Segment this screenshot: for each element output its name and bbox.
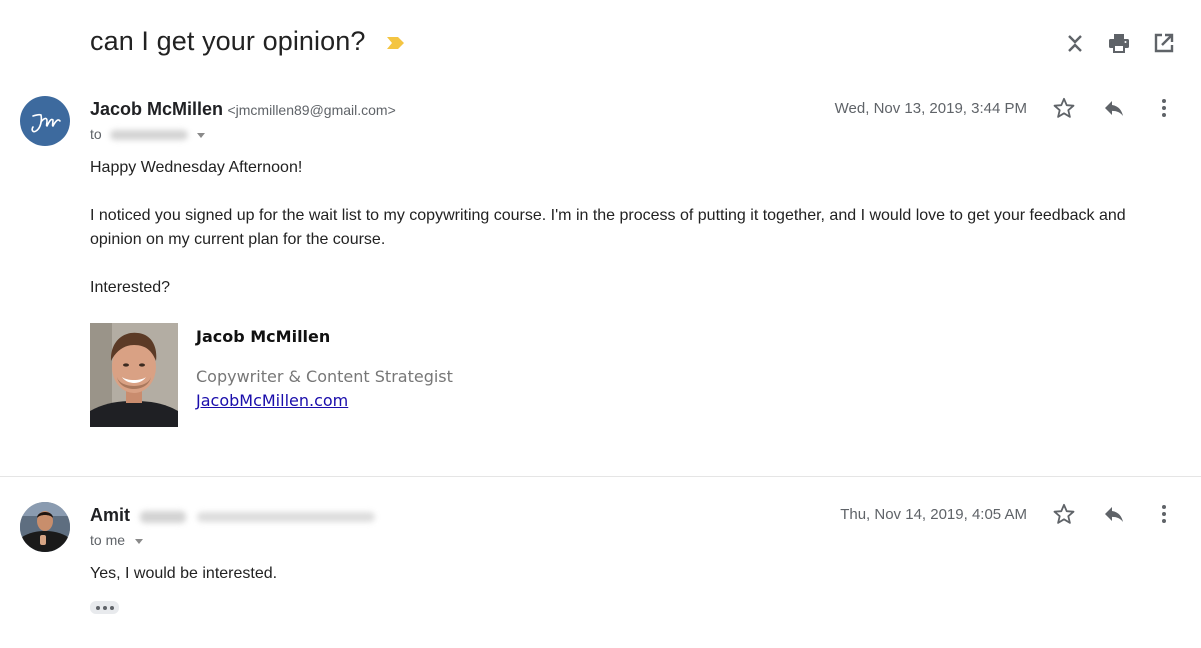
collapse-all-icon[interactable] — [1064, 32, 1086, 54]
important-marker-icon[interactable] — [385, 36, 405, 50]
redacted-surname — [140, 510, 187, 523]
message-divider — [0, 476, 1201, 477]
reply-icon[interactable] — [1102, 96, 1126, 120]
redacted-recipient — [109, 130, 188, 141]
signature-website-link[interactable]: JacobMcMillen.com — [196, 391, 348, 410]
star-icon[interactable] — [1052, 502, 1076, 526]
open-in-new-window-icon[interactable] — [1153, 32, 1175, 54]
dot-icon — [95, 605, 100, 610]
thread-subject: can I get your opinion? — [90, 26, 366, 56]
star-icon[interactable] — [1052, 96, 1076, 120]
signature-name: Jacob McMillen — [196, 327, 331, 346]
dot-icon — [102, 605, 107, 610]
sender-name[interactable]: Jacob McMillen — [90, 99, 223, 119]
to-label: to — [90, 126, 102, 142]
recipient-line[interactable]: to — [90, 126, 206, 142]
message-body: Yes, I would be interested. — [90, 565, 278, 582]
jm-logo-icon — [31, 113, 61, 133]
message-paragraph: I noticed you signed up for the wait lis… — [90, 207, 1126, 248]
more-options-icon[interactable] — [1152, 96, 1176, 120]
recipient-line[interactable]: to me — [90, 532, 143, 548]
chevron-down-icon[interactable] — [197, 132, 206, 138]
print-icon[interactable] — [1108, 32, 1130, 54]
signature-photo — [90, 323, 178, 427]
message-greeting: Happy Wednesday Afternoon! — [90, 159, 303, 176]
dot-icon — [109, 605, 114, 610]
sender-avatar[interactable] — [20, 96, 70, 146]
message-paragraph: Interested? — [90, 279, 171, 296]
to-label: to me — [90, 532, 126, 548]
message-date: Thu, Nov 14, 2019, 4:05 AM — [840, 506, 1027, 523]
signature-title: Copywriter & Content Strategist — [196, 367, 453, 386]
redacted-email — [196, 511, 375, 522]
sender-email: <jmcmillen89@gmail.com> — [227, 102, 396, 118]
show-trimmed-content-button[interactable] — [90, 601, 119, 614]
sender-avatar[interactable] — [20, 502, 70, 552]
sender-name[interactable]: Amit — [90, 505, 130, 525]
message-date: Wed, Nov 13, 2019, 3:44 PM — [834, 100, 1027, 117]
reply-icon[interactable] — [1102, 502, 1126, 526]
chevron-down-icon[interactable] — [134, 538, 143, 544]
more-options-icon[interactable] — [1152, 502, 1176, 526]
